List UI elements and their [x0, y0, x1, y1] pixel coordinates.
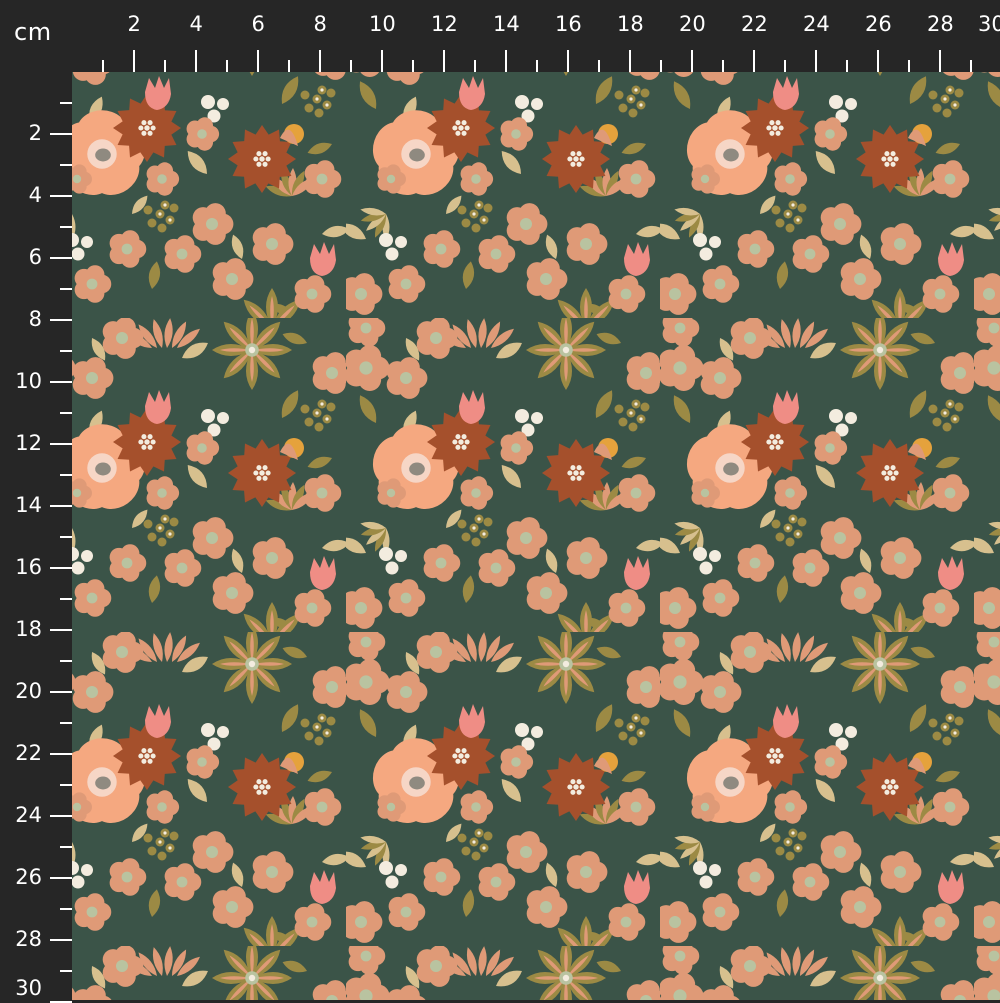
left-ruler-tick [50, 133, 72, 135]
top-ruler-tick [567, 50, 569, 72]
top-ruler-tick [908, 60, 910, 72]
top-ruler-label: 26 [865, 12, 892, 36]
left-ruler-tick [60, 660, 72, 662]
top-ruler-tick [443, 50, 445, 72]
left-ruler-label: 16 [15, 555, 42, 579]
top-ruler-label: 22 [741, 12, 768, 36]
left-ruler-label: 10 [15, 369, 42, 393]
left-ruler-tick [50, 939, 72, 941]
left-ruler-tick [60, 598, 72, 600]
top-ruler-tick [412, 60, 414, 72]
fabric-pattern [72, 72, 1000, 1000]
left-ruler-label: 28 [15, 927, 42, 951]
left-ruler-tick [50, 691, 72, 693]
left-ruler-label: 12 [15, 431, 42, 455]
top-ruler-tick [722, 60, 724, 72]
left-ruler-label: 14 [15, 493, 42, 517]
left-ruler-label: 20 [15, 679, 42, 703]
left-ruler-label: 18 [15, 617, 42, 641]
left-ruler-tick [60, 908, 72, 910]
top-ruler-label: 24 [803, 12, 830, 36]
top-ruler-tick [660, 60, 662, 72]
top-ruler-tick [288, 60, 290, 72]
left-ruler-label: 22 [15, 741, 42, 765]
top-ruler-tick [102, 60, 104, 72]
top-ruler-label: 4 [189, 12, 203, 36]
left-ruler-label: 2 [28, 121, 42, 145]
left-ruler-tick [50, 753, 72, 755]
top-ruler-tick [784, 60, 786, 72]
top-ruler-label: 2 [127, 12, 141, 36]
top-ruler-tick [319, 50, 321, 72]
top-ruler-tick [877, 50, 879, 72]
left-ruler-label: 8 [28, 307, 42, 331]
top-ruler-label: 30 [978, 12, 1000, 36]
left-ruler-tick [60, 350, 72, 352]
top-ruler-tick [381, 50, 383, 72]
left-ruler-tick [50, 629, 72, 631]
top-ruler-tick [195, 50, 197, 72]
top-ruler-label: 20 [679, 12, 706, 36]
top-ruler-label: 6 [251, 12, 265, 36]
left-ruler-tick [60, 288, 72, 290]
left-ruler-tick [60, 784, 72, 786]
top-ruler-tick [164, 60, 166, 72]
left-ruler-tick [50, 567, 72, 569]
top-ruler-tick [939, 50, 941, 72]
top-ruler-label: 10 [369, 12, 396, 36]
left-ruler-tick [60, 846, 72, 848]
left-ruler-tick [60, 102, 72, 104]
left-ruler-label: 30 [15, 976, 42, 1000]
left-ruler-tick [60, 412, 72, 414]
top-ruler-tick [350, 60, 352, 72]
left-ruler-tick [60, 226, 72, 228]
floral-pattern-image [72, 72, 1000, 1000]
top-ruler-tick [474, 60, 476, 72]
top-ruler: 2 4 6 8 10 12 14 16 18 20 22 24 26 28 30 [72, 0, 1000, 72]
top-ruler-tick [753, 50, 755, 72]
left-ruler-tick [60, 722, 72, 724]
top-ruler-label: 28 [927, 12, 954, 36]
top-ruler-tick [846, 60, 848, 72]
left-ruler-tick [50, 319, 72, 321]
top-ruler-tick [257, 50, 259, 72]
left-ruler-label: 6 [28, 245, 42, 269]
left-ruler-label: 26 [15, 865, 42, 889]
top-ruler-label: 16 [555, 12, 582, 36]
left-ruler-tick [50, 195, 72, 197]
top-ruler-label: 8 [313, 12, 327, 36]
top-ruler-label: 12 [431, 12, 458, 36]
top-ruler-tick [598, 60, 600, 72]
left-ruler: 2 4 6 8 10 12 14 16 18 20 22 24 26 28 30 [0, 72, 72, 1003]
top-ruler-tick [536, 60, 538, 72]
top-ruler-tick [629, 50, 631, 72]
left-ruler-tick [50, 505, 72, 507]
unit-label: cm [14, 18, 52, 46]
unit-corner: cm [0, 0, 72, 72]
top-ruler-tick [691, 50, 693, 72]
left-ruler-tick [60, 164, 72, 166]
top-ruler-tick [815, 50, 817, 72]
left-ruler-tick [60, 970, 72, 972]
top-ruler-label: 14 [493, 12, 520, 36]
left-ruler-label: 4 [28, 183, 42, 207]
top-ruler-tick [133, 50, 135, 72]
left-ruler-tick [50, 443, 72, 445]
left-ruler-tick [50, 257, 72, 259]
top-ruler-tick [226, 60, 228, 72]
left-ruler-tick [50, 877, 72, 879]
left-ruler-tick [50, 815, 72, 817]
top-ruler-tick [970, 60, 972, 72]
left-ruler-label: 24 [15, 803, 42, 827]
top-ruler-label: 18 [617, 12, 644, 36]
left-ruler-tick [60, 474, 72, 476]
top-ruler-tick [505, 50, 507, 72]
left-ruler-tick [50, 381, 72, 383]
left-ruler-tick [60, 536, 72, 538]
